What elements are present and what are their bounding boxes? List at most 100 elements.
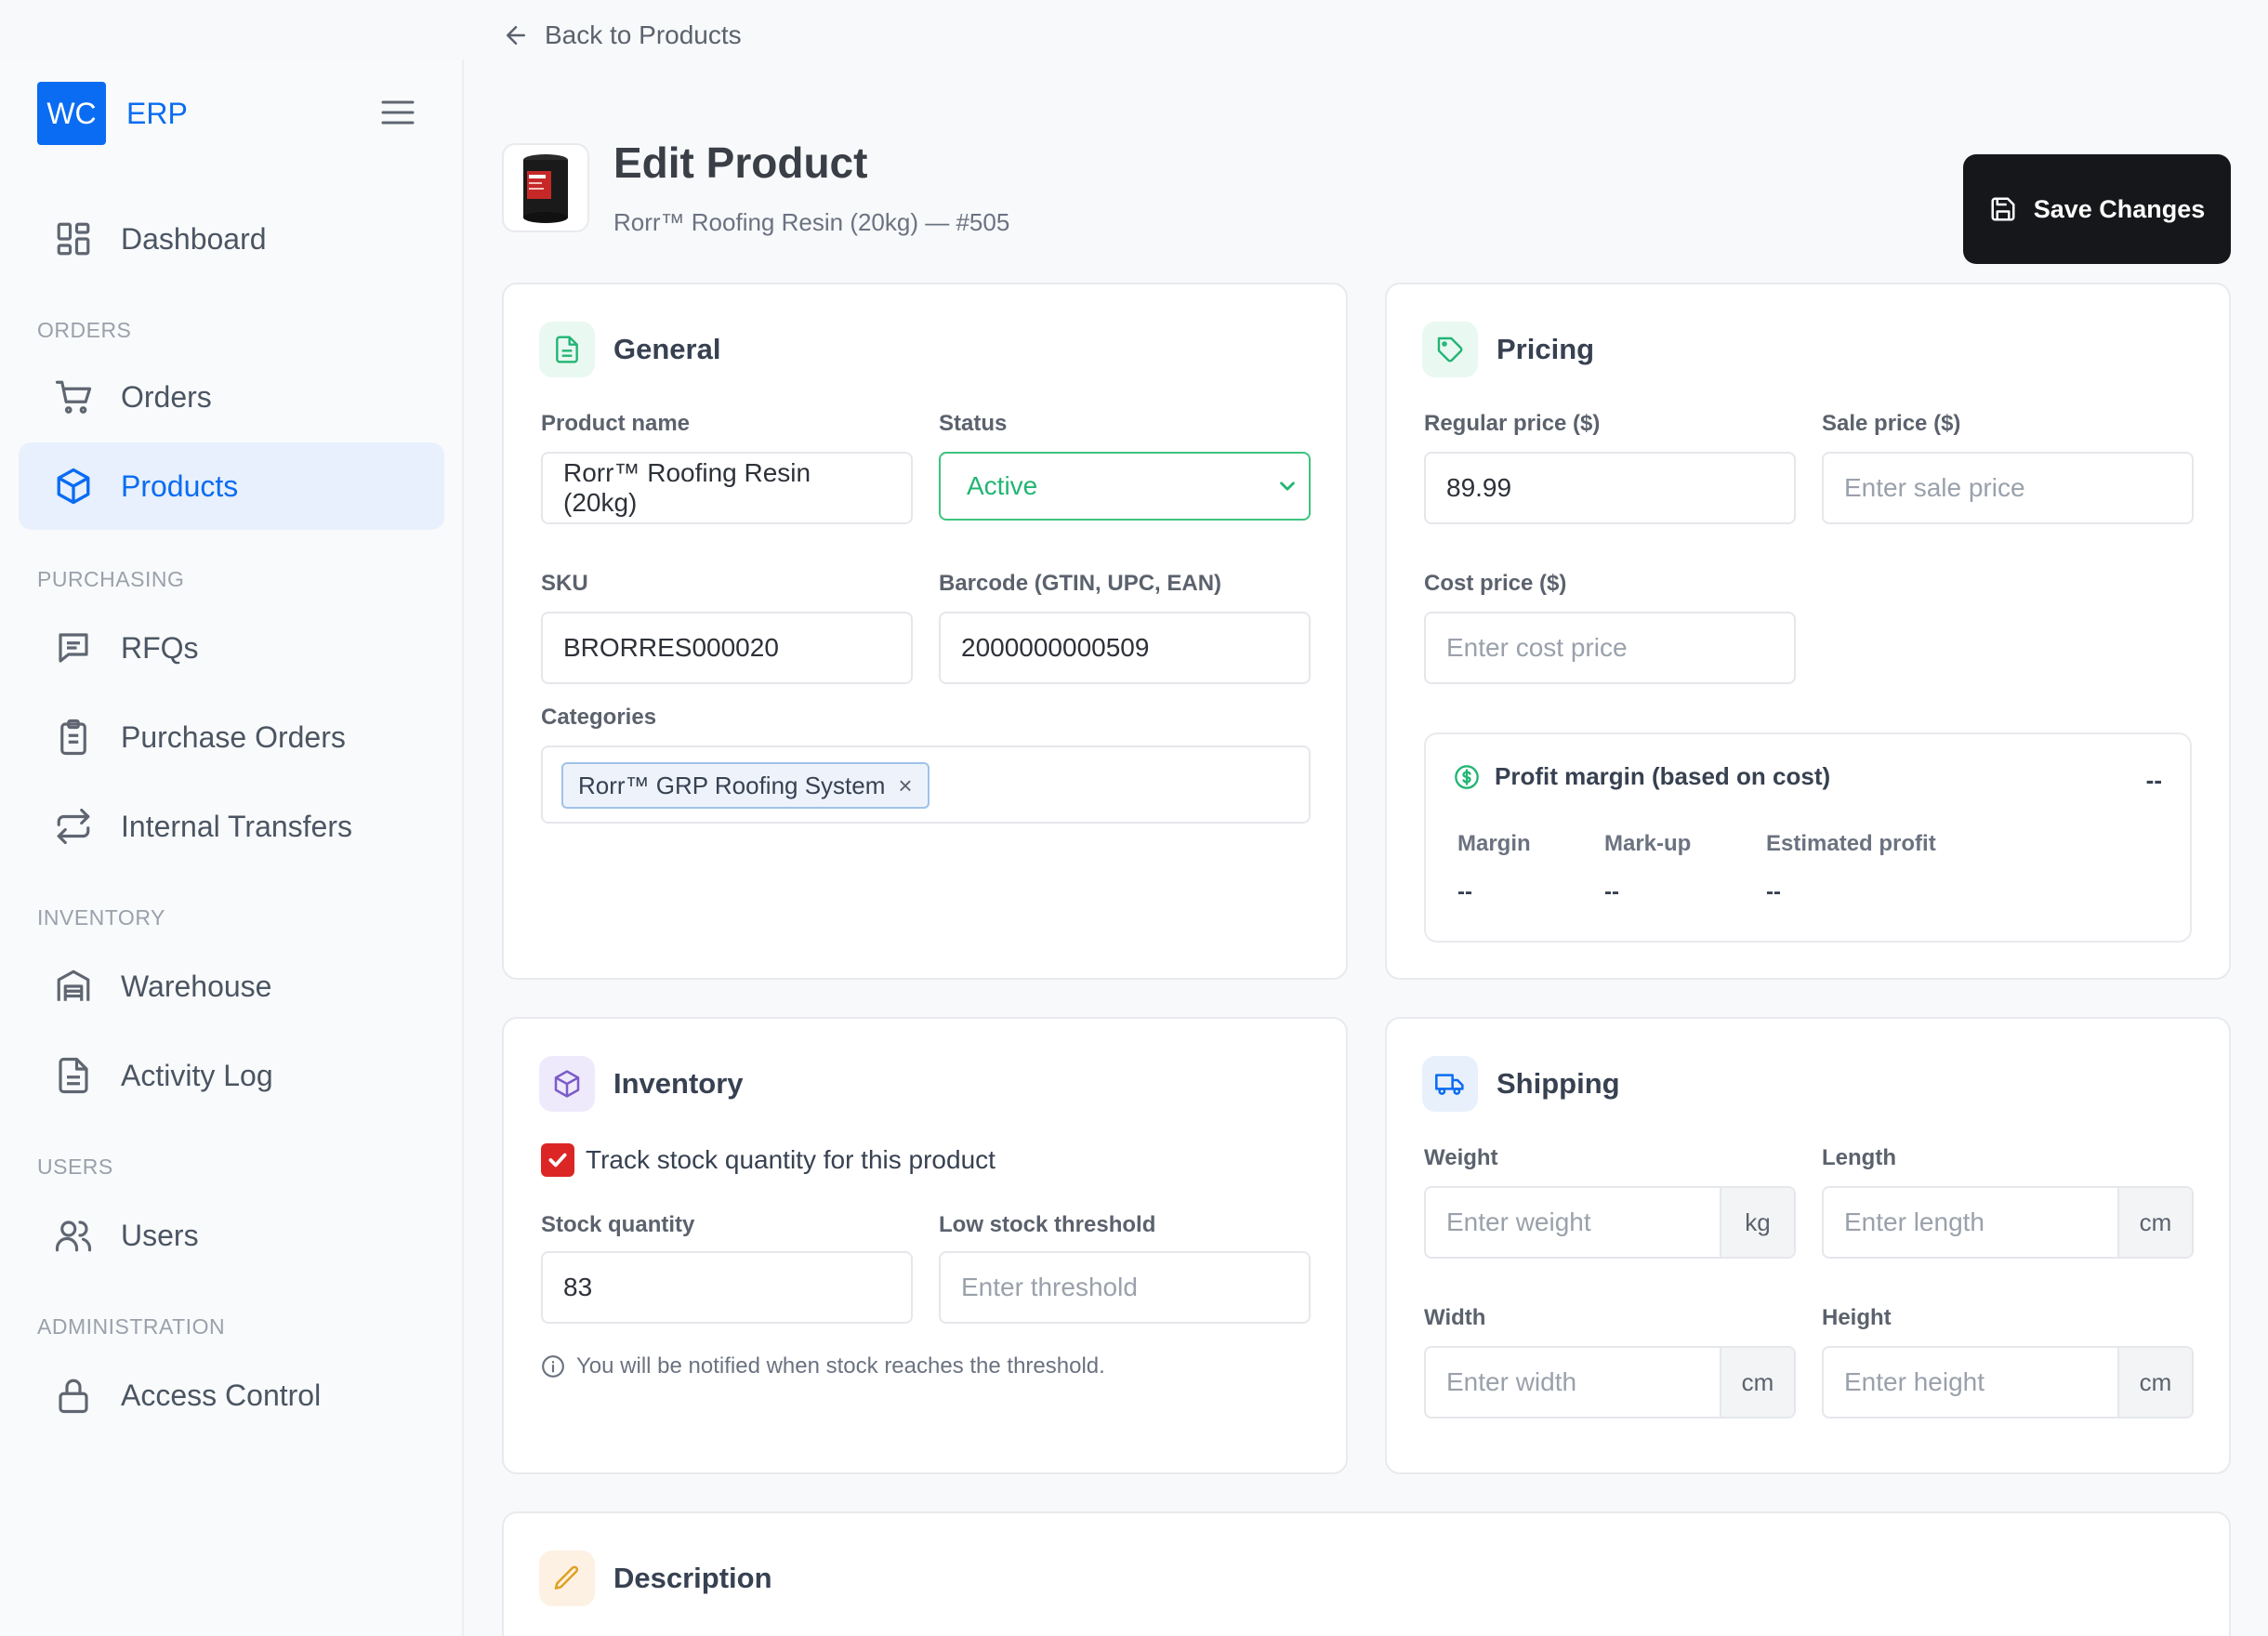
stock-quantity-input[interactable]: 83 (541, 1251, 913, 1324)
sidebar-item-orders[interactable]: Orders (19, 353, 444, 441)
sidebar-item-users[interactable]: Users (19, 1192, 444, 1279)
general-icon-badge (539, 322, 595, 377)
sidebar-item-dashboard[interactable]: Dashboard (19, 195, 444, 283)
sale-price-input[interactable]: Enter sale price (1822, 452, 2194, 524)
length-input[interactable]: Enter length (1824, 1188, 2117, 1257)
pricing-card: Pricing Regular price ($) 89.99 Sale pri… (1385, 283, 2231, 980)
shipping-icon-badge (1422, 1056, 1478, 1112)
section-label-purchasing: PURCHASING (37, 567, 185, 591)
tag-icon (1437, 336, 1463, 363)
categories-field[interactable]: Rorr™ GRP Roofing System × (541, 745, 1311, 824)
height-label: Height (1822, 1305, 1892, 1330)
brand[interactable]: WC ERP (37, 82, 188, 145)
sidebar-item-label: Products (121, 468, 239, 503)
warehouse-icon (57, 970, 90, 1001)
sidebar-item-label: Activity Log (121, 1058, 273, 1092)
width-unit: cm (1720, 1348, 1794, 1417)
low-stock-threshold-input[interactable]: Enter threshold (939, 1251, 1311, 1324)
sidebar-item-label: Users (121, 1218, 199, 1252)
profit-margin-panel: Profit margin (based on cost) -- Margin … (1424, 732, 2192, 943)
file-text-icon (59, 1057, 88, 1094)
length-field[interactable]: Enter length cm (1822, 1186, 2194, 1259)
estimated-profit-value: -- (1766, 879, 1781, 904)
sku-input[interactable]: BRORRES000020 (541, 612, 913, 684)
dollar-circle-icon (1455, 764, 1479, 789)
sidebar-item-access-control[interactable]: Access Control (19, 1352, 444, 1439)
track-stock-label[interactable]: Track stock quantity for this product (586, 1145, 996, 1175)
width-field[interactable]: Enter width cm (1424, 1346, 1796, 1418)
markup-value: -- (1604, 879, 1619, 904)
sidebar-item-rfqs[interactable]: RFQs (19, 604, 444, 692)
stock-quantity-label: Stock quantity (541, 1212, 695, 1237)
weight-field[interactable]: Enter weight kg (1424, 1186, 1796, 1259)
barcode-label: Barcode (GTIN, UPC, EAN) (939, 571, 1222, 596)
description-icon-badge (539, 1550, 595, 1606)
sidebar-item-warehouse[interactable]: Warehouse (19, 943, 444, 1030)
sidebar-item-internal-transfers[interactable]: Internal Transfers (19, 783, 444, 870)
width-input[interactable]: Enter width (1426, 1348, 1720, 1417)
categories-label: Categories (541, 705, 657, 730)
height-input[interactable]: Enter height (1824, 1348, 2117, 1417)
estimated-profit-label: Estimated profit (1766, 831, 1936, 856)
status-label: Status (939, 411, 1008, 436)
sidebar: WC ERP Dashboard ORDERS Orders Products … (0, 59, 464, 1636)
dashboard-icon (57, 222, 90, 256)
save-changes-button[interactable]: Save Changes (1963, 154, 2231, 264)
category-tag: Rorr™ GRP Roofing System × (561, 762, 930, 809)
remove-tag-icon[interactable]: × (898, 772, 912, 800)
back-to-products-link[interactable]: Back to Products (502, 20, 742, 50)
shipping-card: Shipping Weight Enter weight kg Length E… (1385, 1017, 2231, 1474)
cost-price-input[interactable]: Enter cost price (1424, 612, 1796, 684)
message-icon (59, 633, 88, 663)
pencil-icon (554, 1565, 579, 1590)
margin-value: -- (1457, 879, 1472, 904)
box-icon (554, 1070, 580, 1098)
width-label: Width (1424, 1305, 1486, 1330)
cost-price-label: Cost price ($) (1424, 571, 1567, 596)
profit-margin-title: Profit margin (based on cost) (1454, 762, 1830, 791)
height-field[interactable]: Enter height cm (1822, 1346, 2194, 1418)
weight-input[interactable]: Enter weight (1426, 1188, 1720, 1257)
truck-icon (1435, 1074, 1464, 1095)
info-icon (542, 1355, 564, 1378)
profit-margin-summary: -- (2145, 766, 2162, 794)
section-label-orders: ORDERS (37, 318, 132, 342)
page-subtitle: Rorr™ Roofing Resin (20kg) — #505 (613, 208, 1010, 236)
clipboard-icon (60, 719, 86, 756)
sale-price-label: Sale price ($) (1822, 411, 1961, 436)
check-icon (548, 1153, 567, 1168)
length-unit: cm (2117, 1188, 2192, 1257)
sidebar-item-products[interactable]: Products (19, 442, 444, 530)
low-stock-threshold-label: Low stock threshold (939, 1212, 1156, 1237)
inventory-icon-badge (539, 1056, 595, 1112)
pricing-title: Pricing (1497, 333, 1595, 365)
sidebar-item-activity-log[interactable]: Activity Log (19, 1032, 444, 1119)
save-icon (1991, 197, 2015, 221)
description-card: Description (502, 1511, 2231, 1636)
sidebar-item-label: Internal Transfers (121, 809, 352, 843)
sidebar-item-purchase-orders[interactable]: Purchase Orders (19, 693, 444, 781)
sidebar-item-label: Access Control (121, 1378, 322, 1412)
menu-icon[interactable] (379, 99, 416, 126)
brand-name: ERP (126, 96, 188, 130)
product-name-input[interactable]: Rorr™ Roofing Resin (20kg) (541, 452, 913, 524)
users-icon (55, 1220, 92, 1252)
back-label: Back to Products (545, 20, 742, 49)
lock-icon (59, 1379, 88, 1414)
category-tag-label: Rorr™ GRP Roofing System (578, 771, 886, 799)
sidebar-item-label: Orders (121, 379, 212, 414)
height-unit: cm (2117, 1348, 2192, 1417)
pricing-icon-badge (1422, 322, 1478, 377)
threshold-hint-text: You will be notified when stock reaches … (576, 1353, 1105, 1379)
weight-label: Weight (1424, 1145, 1498, 1170)
sidebar-item-label: Dashboard (121, 221, 267, 256)
status-select[interactable]: Active (939, 452, 1311, 521)
regular-price-label: Regular price ($) (1424, 411, 1601, 436)
barcode-input[interactable]: 2000000000509 (939, 612, 1311, 684)
regular-price-input[interactable]: 89.99 (1424, 452, 1796, 524)
markup-label: Mark-up (1604, 831, 1692, 856)
transfer-icon (57, 808, 90, 845)
track-stock-checkbox[interactable] (541, 1143, 574, 1177)
arrow-left-icon (507, 26, 525, 45)
page-title: Edit Product (613, 139, 868, 187)
